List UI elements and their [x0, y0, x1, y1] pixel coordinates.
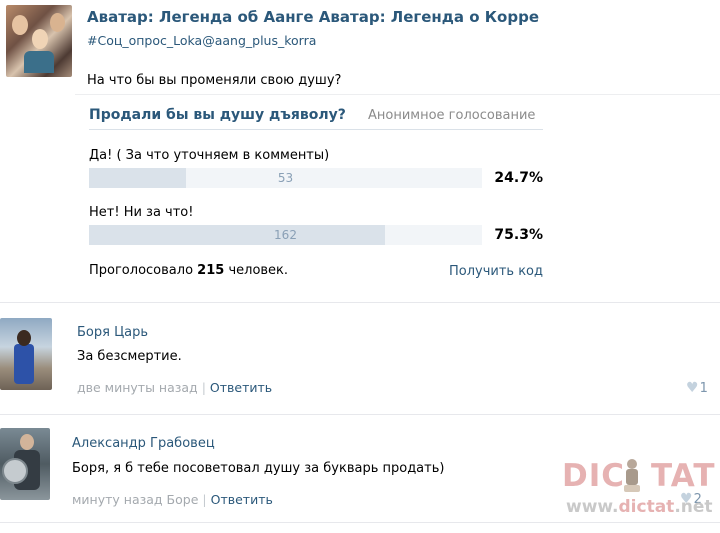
post-text: На что бы вы променяли свою душу?: [87, 73, 342, 88]
poll-vote-count: 162: [274, 228, 297, 242]
post-divider: [0, 302, 720, 303]
reply-link[interactable]: Ответить: [210, 380, 272, 395]
poll-option-percent: 75.3%: [494, 227, 543, 243]
poll-total: Проголосовало 215 человек.: [89, 263, 288, 278]
comment-author[interactable]: Александр Грабовец: [72, 436, 215, 451]
poll-total-prefix: Проголосовало: [89, 263, 194, 278]
poll-option-label: Да! ( За что уточняем в комменты): [89, 148, 330, 163]
comment-avatar[interactable]: [0, 428, 50, 500]
poll-vote-count: 53: [277, 171, 294, 185]
comment-author[interactable]: Боря Царь: [77, 325, 148, 340]
community-avatar[interactable]: [6, 5, 72, 77]
poll-total-suffix: человек.: [228, 263, 289, 278]
watermark-figure-icon: [624, 459, 640, 492]
comment-meta: минуту назад Боре | Ответить: [72, 492, 273, 507]
comment-text: Боря, я б тебе посоветовал душу за буква…: [72, 461, 445, 476]
poll-option-bar[interactable]: 53: [89, 168, 482, 188]
poll-option-label: Нет! Ни за что!: [89, 205, 194, 220]
poll-option-bar[interactable]: 162: [89, 225, 482, 245]
community-title[interactable]: Аватар: Легенда об Аанге Аватар: Легенда…: [87, 8, 539, 26]
get-code-link[interactable]: Получить код: [400, 264, 543, 279]
comment-time[interactable]: две минуты назад: [77, 380, 198, 395]
poll-divider: [89, 129, 543, 130]
header-divider: [75, 94, 720, 95]
comment-text: За безсмертие.: [77, 349, 182, 364]
comment-meta: две минуты назад | Ответить: [77, 380, 273, 395]
heart-icon: ♥: [686, 380, 699, 396]
like-count: 1: [699, 381, 708, 396]
poll-type-label: Анонимное голосование: [368, 108, 536, 123]
comment-avatar[interactable]: [0, 318, 52, 390]
watermark-url: www.dictat.net: [566, 497, 713, 517]
like-button[interactable]: ♥1: [686, 380, 708, 396]
comment-time[interactable]: минуту назад Боре: [72, 492, 198, 507]
poll-question: Продали бы вы душу дъяволу?: [89, 107, 346, 123]
reply-link[interactable]: Ответить: [211, 492, 273, 507]
poll-option-percent: 24.7%: [494, 170, 543, 186]
poll-total-count: 215: [197, 263, 225, 278]
comment-divider: [0, 414, 720, 415]
comment-divider: [0, 522, 720, 523]
post-hashtag[interactable]: #Соц_опрос_Loka@aang_plus_korra: [87, 33, 316, 48]
